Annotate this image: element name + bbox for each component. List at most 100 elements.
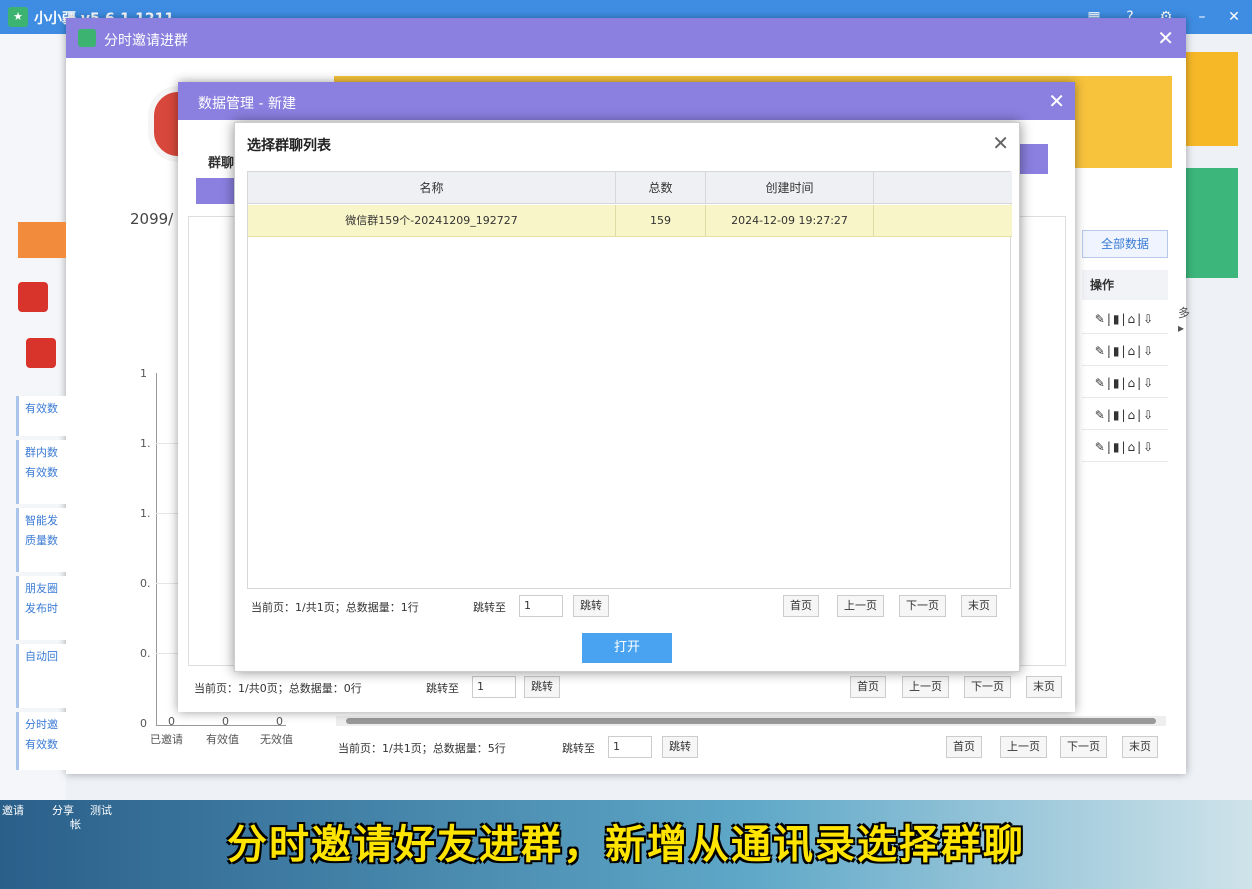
y-tick: 1. bbox=[140, 437, 151, 450]
table-header: 名称 总数 创建时间 bbox=[248, 172, 1012, 204]
pager: 当前页：1/共0页；总数据量：0行 跳转至 1 跳转 首页 上一页 下一页 末页 bbox=[190, 672, 1065, 702]
x-label: 有效值 bbox=[206, 733, 239, 746]
x-axis bbox=[156, 725, 286, 726]
group-label: 群聊 bbox=[208, 156, 235, 171]
bar-value: 0 bbox=[222, 715, 229, 728]
dialog-titlebar: 数据管理 - 新建 ✕ bbox=[178, 82, 1075, 120]
left-card[interactable]: 自动回 bbox=[16, 644, 66, 708]
app-icon[interactable] bbox=[26, 338, 56, 368]
cell-created: 2024-12-09 19:27:27 bbox=[706, 205, 874, 237]
jump-button[interactable]: 跳转 bbox=[662, 736, 698, 758]
more-link[interactable]: 多▸ bbox=[1178, 304, 1190, 335]
horizontal-scrollbar[interactable] bbox=[336, 716, 1166, 726]
table-row[interactable]: 微信群159个-20241209_192727 159 2024-12-09 1… bbox=[248, 205, 1012, 237]
left-card-label: 发布时 bbox=[25, 602, 58, 615]
first-page-button[interactable]: 首页 bbox=[946, 736, 982, 758]
y-tick: 0. bbox=[140, 577, 151, 590]
left-card-label: 朋友圈 bbox=[25, 582, 58, 595]
open-button[interactable]: 打开 bbox=[582, 633, 672, 663]
pager-status: 当前页：1/共1页；总数据量：1行 bbox=[251, 601, 419, 614]
left-card-label: 有效数 bbox=[25, 402, 58, 415]
jump-button[interactable]: 跳转 bbox=[573, 595, 609, 617]
y-tick: 1. bbox=[140, 507, 151, 520]
promo-banner[interactable] bbox=[1186, 52, 1238, 146]
left-card[interactable]: 智能发 质量数 bbox=[16, 508, 66, 572]
pager: 当前页：1/共1页；总数据量：1行 跳转至 1 跳转 首页 上一页 下一页 末页 bbox=[247, 591, 1011, 621]
pager-status: 当前页：1/共1页；总数据量：5行 bbox=[338, 742, 506, 755]
row-actions[interactable]: ✎|▮|⌂|⇩ bbox=[1082, 400, 1168, 430]
next-page-button[interactable]: 下一页 bbox=[964, 676, 1011, 698]
video-subtitle: 分时邀请好友进群，新增从通讯录选择群聊 bbox=[227, 822, 1025, 868]
pager: 当前页：1/共1页；总数据量：5行 跳转至 1 跳转 首页 上一页 下一页 末页 bbox=[336, 732, 1166, 762]
jump-page-input[interactable]: 1 bbox=[608, 736, 652, 758]
prev-page-button[interactable]: 上一页 bbox=[1000, 736, 1047, 758]
left-card-label: 智能发 bbox=[25, 514, 58, 527]
left-card-label: 质量数 bbox=[25, 534, 58, 547]
y-tick: 1 bbox=[140, 367, 147, 380]
minimize-icon[interactable]: – bbox=[1192, 7, 1212, 27]
bar-value: 0 bbox=[168, 715, 175, 728]
x-label: 已邀请 bbox=[150, 733, 183, 746]
left-card-label: 有效数 bbox=[25, 466, 58, 479]
left-card[interactable]: 有效数 bbox=[16, 396, 66, 436]
left-card[interactable]: 分时邀 有效数 bbox=[16, 712, 66, 770]
add-button[interactable] bbox=[196, 178, 236, 204]
jump-page-input[interactable]: 1 bbox=[472, 676, 516, 698]
cell-extra bbox=[874, 205, 1012, 237]
dialog-title: 分时邀请进群 bbox=[104, 33, 188, 49]
y-tick: 0. bbox=[140, 647, 151, 660]
dialog-title: 选择群聊列表 bbox=[247, 138, 331, 154]
next-page-button[interactable]: 下一页 bbox=[1060, 736, 1107, 758]
left-card[interactable]: 群内数 有效数 bbox=[16, 440, 66, 504]
row-actions[interactable]: ✎|▮|⌂|⇩ bbox=[1082, 336, 1168, 366]
y-tick: 0 bbox=[140, 717, 147, 730]
jump-page-input[interactable]: 1 bbox=[519, 595, 563, 617]
column-header-name[interactable]: 名称 bbox=[248, 172, 616, 204]
pager-jump-label: 跳转至 bbox=[562, 742, 595, 755]
all-data-button[interactable]: 全部数据 bbox=[1082, 230, 1168, 258]
app-icon[interactable] bbox=[18, 282, 48, 312]
close-icon[interactable]: ✕ bbox=[1224, 7, 1244, 27]
prev-page-button[interactable]: 上一页 bbox=[902, 676, 949, 698]
last-page-button[interactable]: 末页 bbox=[961, 595, 997, 617]
prev-page-button[interactable]: 上一页 bbox=[837, 595, 884, 617]
row-actions[interactable]: ✎|▮|⌂|⇩ bbox=[1082, 368, 1168, 398]
left-card[interactable]: 朋友圈 发布时 bbox=[16, 576, 66, 640]
cell-total: 159 bbox=[616, 205, 706, 237]
left-card-label: 分时邀 bbox=[25, 718, 58, 731]
pager-jump-label: 跳转至 bbox=[426, 682, 459, 695]
jump-button[interactable]: 跳转 bbox=[524, 676, 560, 698]
app-logo-icon: ★ bbox=[8, 7, 28, 27]
column-header-total[interactable]: 总数 bbox=[616, 172, 706, 204]
x-label: 无效值 bbox=[260, 733, 293, 746]
group-table: 名称 总数 创建时间 微信群159个-20241209_192727 159 2… bbox=[247, 171, 1012, 589]
bar-value: 0 bbox=[276, 715, 283, 728]
close-icon[interactable]: ✕ bbox=[1157, 26, 1174, 50]
dialog-title: 数据管理 - 新建 bbox=[198, 96, 296, 112]
last-page-button[interactable]: 末页 bbox=[1026, 676, 1062, 698]
pager-status: 当前页：1/共0页；总数据量：0行 bbox=[194, 682, 362, 695]
row-actions[interactable]: ✎|▮|⌂|⇩ bbox=[1082, 304, 1168, 334]
y-axis bbox=[156, 373, 157, 725]
dialog-titlebar: 分时邀请进群 ✕ bbox=[66, 18, 1186, 58]
column-header-extra bbox=[874, 172, 1012, 204]
first-page-button[interactable]: 首页 bbox=[783, 595, 819, 617]
promo-banner-green[interactable] bbox=[1186, 168, 1238, 278]
dialog-app-icon bbox=[78, 29, 96, 47]
last-page-button[interactable]: 末页 bbox=[1122, 736, 1158, 758]
left-card-label: 群内数 bbox=[25, 446, 58, 459]
select-group-dialog: 选择群聊列表 ✕ 名称 总数 创建时间 微信群159个-20241209_192… bbox=[234, 122, 1020, 672]
close-icon[interactable]: ✕ bbox=[1048, 89, 1065, 113]
left-card-label: 自动回 bbox=[25, 650, 58, 663]
close-icon[interactable]: ✕ bbox=[992, 131, 1009, 155]
scroll-thumb[interactable] bbox=[346, 718, 1156, 724]
pager-jump-label: 跳转至 bbox=[473, 601, 506, 614]
next-page-button[interactable]: 下一页 bbox=[899, 595, 946, 617]
first-page-button[interactable]: 首页 bbox=[850, 676, 886, 698]
row-actions[interactable]: ✎|▮|⌂|⇩ bbox=[1082, 432, 1168, 462]
cell-name: 微信群159个-20241209_192727 bbox=[248, 205, 616, 237]
left-promo[interactable] bbox=[18, 222, 66, 258]
column-header-created[interactable]: 创建时间 bbox=[706, 172, 874, 204]
expiry-date: 2099/ bbox=[130, 210, 174, 228]
action-button[interactable] bbox=[1018, 144, 1048, 174]
